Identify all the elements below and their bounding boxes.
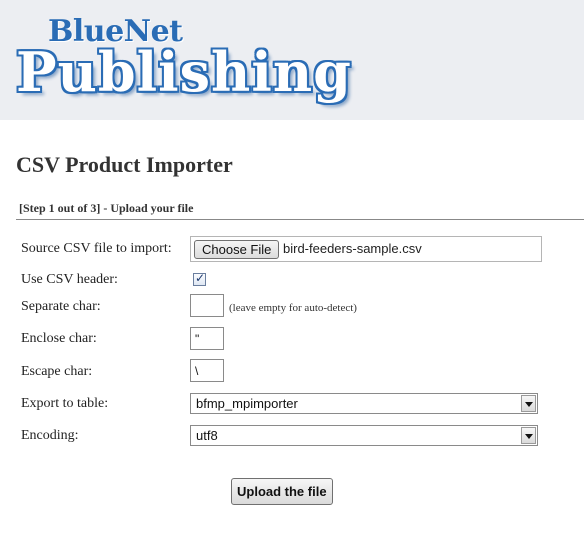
selected-file-name: bird-feeders-sample.csv	[283, 241, 422, 256]
csv-header-label: Use CSV header:	[21, 272, 118, 287]
checkmark-icon: ✓	[195, 271, 206, 285]
encoding-value: utf8	[196, 428, 218, 443]
upload-file-button[interactable]: Upload the file	[231, 478, 333, 505]
choose-file-button[interactable]: Choose File	[194, 240, 280, 259]
csv-header-checkbox[interactable]: ✓	[193, 271, 206, 286]
separate-char-input[interactable]	[190, 294, 224, 317]
separate-char-label: Separate char:	[21, 299, 101, 314]
export-table-label: Export to table:	[21, 396, 109, 411]
export-table-select[interactable]: bfmp_mpimporter	[190, 393, 538, 414]
page-title: CSV Product Importer	[16, 152, 233, 177]
encoding-select[interactable]: utf8	[190, 425, 538, 446]
source-file-label: Source CSV file to import:	[21, 241, 172, 256]
encoding-label: Encoding:	[21, 428, 79, 443]
source-file-input[interactable]: Choose File bird-feeders-sample.csv	[190, 236, 542, 262]
enclose-char-input[interactable]	[190, 327, 224, 350]
separate-char-hint: (leave empty for auto-detect)	[229, 302, 357, 314]
logo-publishing: Publishing	[16, 40, 352, 104]
divider	[16, 219, 584, 220]
export-table-value: bfmp_mpimporter	[196, 396, 298, 411]
enclose-char-label: Enclose char:	[21, 331, 97, 346]
escape-char-label: Escape char:	[21, 364, 93, 379]
escape-char-input[interactable]	[190, 359, 224, 382]
dropdown-arrow-icon[interactable]	[521, 395, 536, 412]
dropdown-arrow-icon[interactable]	[521, 427, 536, 444]
step-indicator: [Step 1 out of 3] - Upload your file	[19, 201, 194, 215]
header-banner: BlueNet Publishing	[0, 0, 584, 120]
